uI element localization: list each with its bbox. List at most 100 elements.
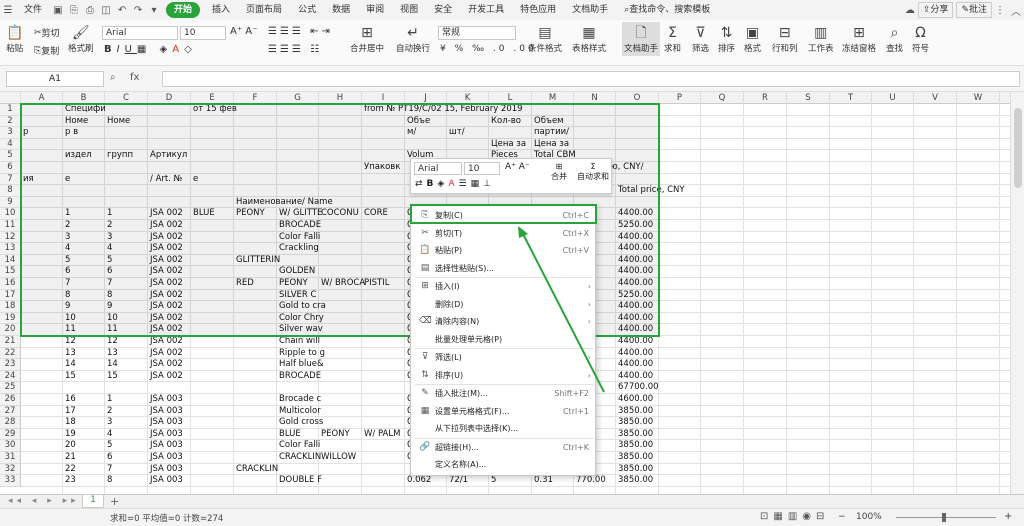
scroll-thumb[interactable] — [1014, 108, 1022, 188]
row-header-32[interactable]: 32 — [0, 463, 21, 476]
cell-B12[interactable]: 3 — [63, 232, 70, 243]
add-sheet-button[interactable]: + — [110, 495, 119, 508]
row-header-24[interactable]: 24 — [0, 370, 21, 383]
cell-G23[interactable]: Half blue& — [277, 359, 324, 370]
cell-M33[interactable]: 0.31 — [532, 475, 553, 486]
column-header-T[interactable]: T — [830, 92, 872, 104]
column-header-E[interactable]: E — [191, 92, 234, 104]
context-menu-item-12[interactable]: 从下拉列表中选择(K)... — [411, 420, 597, 438]
cell-O12[interactable]: 4400.00 — [616, 232, 653, 243]
dropdown-icon[interactable]: ▾ — [146, 0, 162, 20]
cell-C16[interactable]: 7 — [105, 278, 112, 289]
column-header-R[interactable]: R — [744, 92, 787, 104]
align-buttons[interactable]: ☰☰☰ ☷ — [268, 44, 322, 55]
cell-O22[interactable]: 4400.00 — [616, 348, 653, 359]
column-header-Q[interactable]: Q — [701, 92, 744, 104]
symbol-button[interactable]: Ω 符号 — [912, 24, 929, 54]
export-icon[interactable]: ⎘ — [66, 0, 82, 20]
row-header-22[interactable]: 22 — [0, 347, 21, 360]
cell-I29[interactable]: W/ PALM — [362, 429, 400, 440]
cell-D12[interactable]: JSA 002 — [148, 232, 183, 243]
cell-C30[interactable]: 5 — [105, 440, 112, 451]
context-menu-item-0[interactable]: ⎘ 复制(C) Ctrl+C — [411, 207, 597, 225]
number-format-select[interactable]: 常规 — [438, 26, 516, 40]
row-header-1[interactable]: 1 — [0, 104, 21, 116]
cell-D18[interactable]: JSA 002 — [148, 301, 183, 312]
context-menu-item-10[interactable]: ✎ 插入批注(M)... Shift+F2 — [411, 385, 597, 403]
cell-C20[interactable]: 11 — [105, 324, 118, 335]
cell-C29[interactable]: 4 — [105, 429, 112, 440]
cell-I6[interactable]: Упаковк — [362, 162, 400, 173]
cell-F32[interactable]: CRACKLIN — [234, 464, 278, 475]
column-header-N[interactable]: N — [574, 92, 616, 104]
cell-D19[interactable]: JSA 002 — [148, 313, 183, 324]
cell-O23[interactable]: 4400.00 — [616, 359, 653, 370]
cell-G17[interactable]: SILVER C — [277, 290, 316, 301]
cell-F14[interactable]: GLITTERIN — [234, 255, 280, 266]
context-menu-item-14[interactable]: 定义名称(A)... — [411, 456, 597, 474]
cell-B31[interactable]: 21 — [63, 452, 76, 463]
cell-D11[interactable]: JSA 002 — [148, 220, 183, 231]
cell-B3[interactable]: р в — [63, 127, 78, 138]
row-header-21[interactable]: 21 — [0, 336, 21, 348]
cell-B29[interactable]: 19 — [63, 429, 76, 440]
freeze-button[interactable]: ⊞ 冻结窗格 — [842, 24, 876, 54]
share-button[interactable]: ⇪分享 — [917, 2, 954, 18]
row-header-26[interactable]: 26 — [0, 394, 21, 406]
row-header-11[interactable]: 11 — [0, 220, 21, 232]
mini-font-name[interactable]: Arial — [414, 162, 462, 175]
tab-doc-helper[interactable]: 文档助手 — [564, 0, 616, 20]
cell-C32[interactable]: 7 — [105, 464, 112, 475]
cell-O15[interactable]: 4400.00 — [616, 266, 653, 277]
column-header-P[interactable]: P — [659, 92, 701, 104]
cell-C19[interactable]: 10 — [105, 313, 118, 324]
cell-O19[interactable]: 4400.00 — [616, 313, 653, 324]
row-header-2[interactable]: 2 — [0, 115, 21, 128]
row-header-12[interactable]: 12 — [0, 231, 21, 244]
conditional-format-button[interactable]: ▤ 条件格式 — [528, 24, 562, 54]
cell-O28[interactable]: 3850.00 — [616, 417, 653, 428]
cell-G11[interactable]: BROCADE — [277, 220, 321, 231]
row-header-19[interactable]: 19 — [0, 312, 21, 325]
cell-G13[interactable]: Crackling — [277, 243, 319, 254]
cell-O25[interactable]: 67700.00 — [616, 382, 659, 393]
merge-button[interactable]: ⊞ 合并居中 — [350, 24, 384, 54]
cell-D16[interactable]: JSA 002 — [148, 278, 183, 289]
cell-G26[interactable]: Brocade c — [277, 394, 321, 405]
sheet-tab[interactable]: 1 — [82, 495, 104, 508]
context-menu-item-5[interactable]: 删除(D) › — [411, 296, 597, 314]
sum-button[interactable]: Σ 求和 — [664, 24, 681, 54]
cell-D23[interactable]: JSA 002 — [148, 359, 183, 370]
cell-D14[interactable]: JSA 002 — [148, 255, 183, 266]
row-header-23[interactable]: 23 — [0, 359, 21, 371]
cell-D15[interactable]: JSA 002 — [148, 266, 183, 277]
tab-security[interactable]: 安全 — [426, 0, 460, 20]
cell-G16[interactable]: PEONY — [277, 278, 308, 289]
cell-C12[interactable]: 3 — [105, 232, 112, 243]
cell-O33[interactable]: 3850.00 — [616, 475, 653, 486]
cell-G30[interactable]: Color Falli — [277, 440, 320, 451]
cell-D24[interactable]: JSA 002 — [148, 371, 183, 382]
cell-O14[interactable]: 4400.00 — [616, 255, 653, 266]
cell-O20[interactable]: 4400.00 — [616, 324, 653, 335]
vertical-scrollbar[interactable] — [1010, 92, 1024, 494]
rowcol-button[interactable]: ⊟ 行和列 — [772, 24, 798, 54]
cell-O30[interactable]: 3850.00 — [616, 440, 653, 451]
collapse-icon[interactable]: ︿ — [1008, 0, 1024, 20]
zoom-slider[interactable] — [896, 517, 996, 518]
search-command[interactable]: ⌕查找命令、搜索模板 — [616, 0, 718, 20]
worksheet-button[interactable]: ▥ 工作表 — [808, 24, 834, 54]
cell-C22[interactable]: 13 — [105, 348, 118, 359]
zoom-out-icon[interactable]: − — [838, 512, 846, 522]
cut-button[interactable]: ✂ 剪切 — [34, 26, 60, 40]
cell-C33[interactable]: 8 — [105, 475, 112, 486]
row-header-25[interactable]: 25 — [0, 382, 21, 394]
mini-merge-button[interactable]: ⊞ 合并 — [545, 162, 573, 182]
cell-D20[interactable]: JSA 002 — [148, 324, 183, 335]
cell-G15[interactable]: GOLDEN — [277, 266, 315, 277]
cell-B21[interactable]: 12 — [63, 336, 76, 347]
cell-D29[interactable]: JSA 003 — [148, 429, 183, 440]
cell-F10[interactable]: PEONY — [234, 208, 265, 219]
mini-format-buttons[interactable]: ⇄B◈A☰▦⊥ — [415, 179, 495, 189]
cell-K3[interactable]: шт/ — [447, 127, 465, 138]
